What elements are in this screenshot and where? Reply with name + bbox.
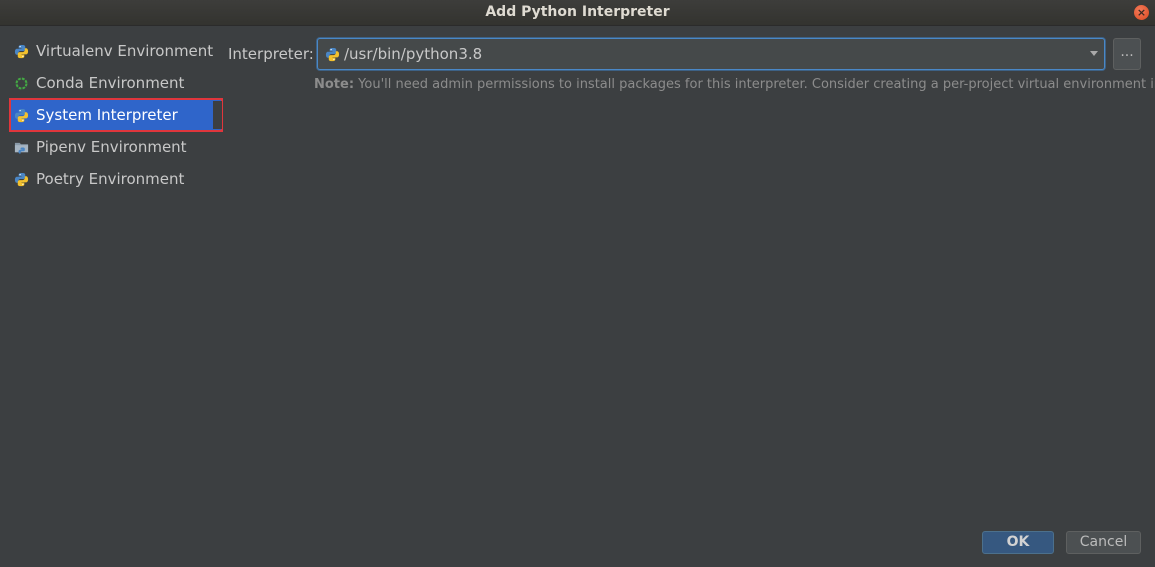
python-icon — [325, 47, 340, 62]
conda-icon — [14, 76, 29, 91]
sidebar-item-label: System Interpreter — [36, 106, 178, 124]
ok-button[interactable]: OK — [982, 531, 1054, 554]
sidebar-item-poetry[interactable]: Poetry Environment — [10, 163, 222, 195]
interpreter-type-list: Virtualenv Environment Conda Environment… — [9, 35, 223, 195]
python-icon — [14, 44, 29, 59]
sidebar-item-label: Poetry Environment — [36, 170, 185, 188]
note-text: You'll need admin permissions to install… — [354, 77, 1155, 92]
chevron-down-icon[interactable] — [1090, 51, 1098, 56]
interpreter-path-value: /usr/bin/python3.8 — [344, 45, 483, 63]
sidebar-item-label: Virtualenv Environment — [36, 42, 214, 60]
pipenv-icon — [14, 140, 29, 155]
sidebar-item-system-interpreter[interactable]: System Interpreter — [9, 98, 223, 132]
python-icon — [14, 172, 29, 187]
window-title: Add Python Interpreter — [485, 4, 670, 20]
sidebar-item-conda[interactable]: Conda Environment — [10, 67, 222, 99]
admin-note: Note: You'll need admin permissions to i… — [314, 77, 1155, 92]
sidebar-item-pipenv[interactable]: Pipenv Environment — [10, 131, 222, 163]
interpreter-label: Interpreter: — [228, 45, 314, 63]
interpreter-select[interactable]: /usr/bin/python3.8 — [317, 38, 1105, 70]
close-button[interactable]: × — [1134, 5, 1149, 20]
cancel-button[interactable]: Cancel — [1066, 531, 1141, 554]
browse-button[interactable]: ... — [1113, 38, 1141, 70]
sidebar-item-label: Conda Environment — [36, 74, 185, 92]
sidebar-item-label: Pipenv Environment — [36, 138, 187, 156]
title-bar: Add Python Interpreter × — [0, 0, 1155, 26]
python-icon — [14, 108, 29, 123]
sidebar-item-virtualenv[interactable]: Virtualenv Environment — [10, 35, 222, 67]
note-prefix: Note: — [314, 77, 355, 92]
